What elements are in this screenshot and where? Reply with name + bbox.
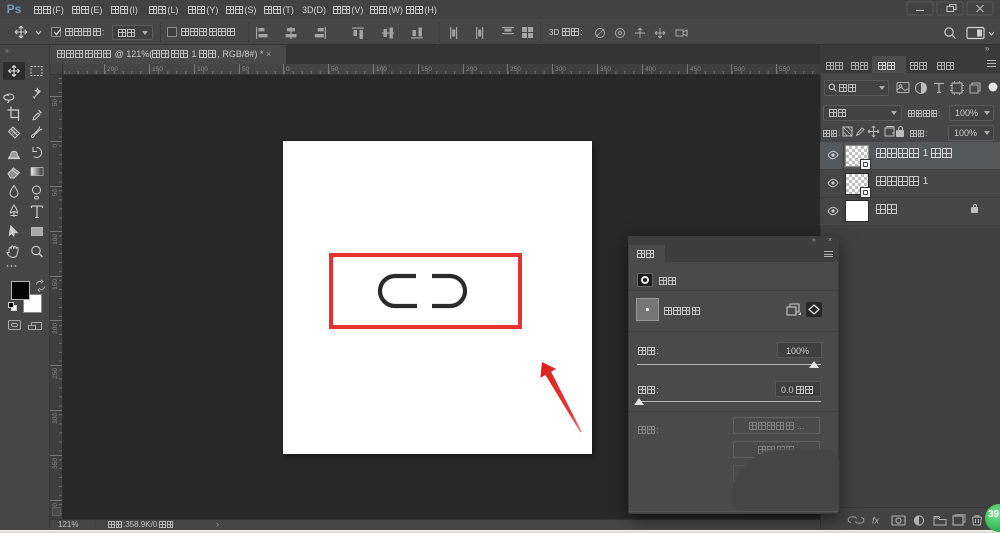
svg-text:fx: fx — [872, 516, 880, 526]
